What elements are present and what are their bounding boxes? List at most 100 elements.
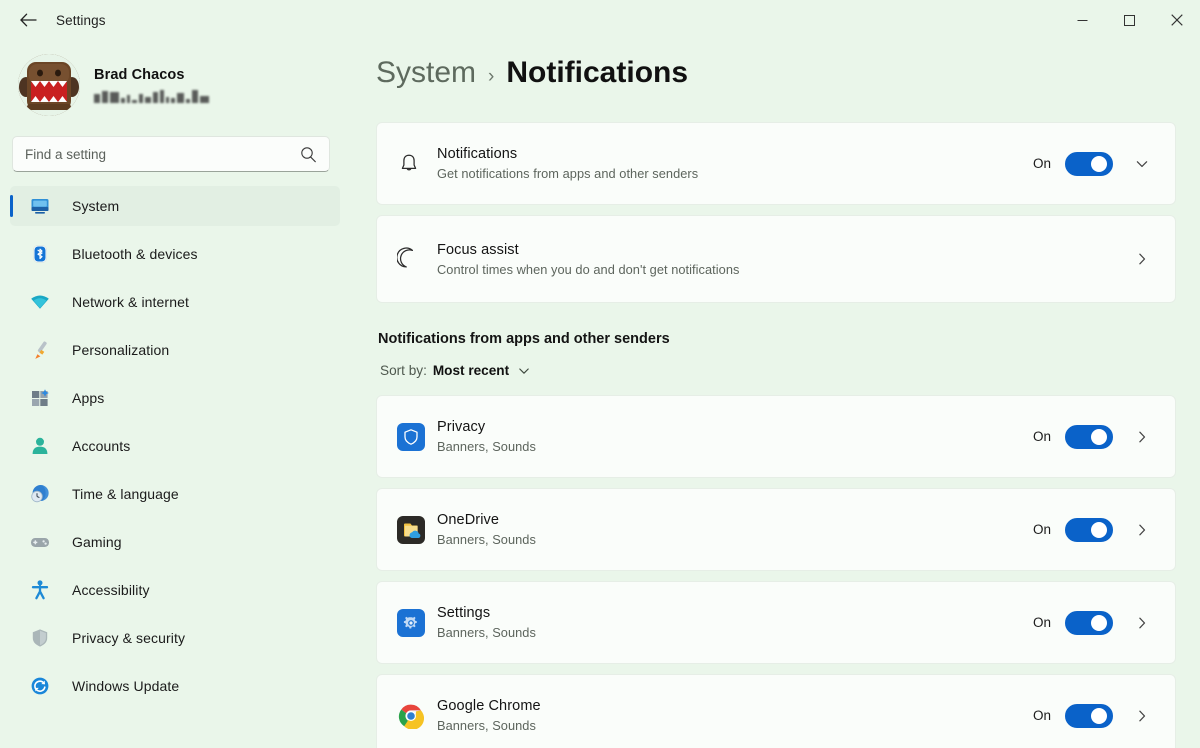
accessibility-icon (26, 579, 54, 601)
title-bar: Settings (0, 0, 1200, 40)
apps-grid-icon (26, 387, 54, 409)
page-title: Notifications (506, 56, 688, 90)
toggle-knob (1091, 156, 1107, 172)
chevron-right-icon[interactable] (1127, 244, 1157, 274)
notifications-master-card[interactable]: Notifications Get notifications from app… (376, 122, 1176, 205)
breadcrumb-separator: › (488, 66, 494, 88)
app-icon-wrapper (397, 516, 437, 544)
sidebar-item-label: Privacy & security (72, 630, 185, 646)
person-icon (26, 435, 54, 457)
app-detail: Banners, Sounds (437, 439, 1033, 454)
card-texts: OneDrive Banners, Sounds (437, 512, 1033, 547)
sidebar-item-network-internet[interactable]: Network & internet (10, 282, 340, 322)
card-texts: Privacy Banners, Sounds (437, 419, 1033, 454)
toggle-state-label: On (1033, 429, 1051, 444)
gamepad-icon (26, 531, 54, 553)
main-content: System › Notifications Notifications Get… (352, 40, 1200, 748)
toggle-state-label: On (1033, 156, 1051, 171)
card-texts: Focus assist Control times when you do a… (437, 242, 1127, 277)
chevron-down-icon[interactable] (1127, 149, 1157, 179)
search-icon (300, 146, 317, 163)
app-row-onedrive[interactable]: OneDrive Banners, Sounds On (376, 488, 1176, 571)
chevron-right-icon[interactable] (1127, 701, 1157, 731)
card-subtitle: Get notifications from apps and other se… (437, 166, 1033, 181)
focus-assist-card[interactable]: Focus assist Control times when you do a… (376, 215, 1176, 303)
app-row-privacy[interactable]: Privacy Banners, Sounds On (376, 395, 1176, 478)
search-wrapper (12, 136, 338, 172)
app-detail: Banners, Sounds (437, 718, 1033, 733)
search-box[interactable] (12, 136, 330, 172)
sidebar-item-bluetooth-devices[interactable]: Bluetooth & devices (10, 234, 340, 274)
card-subtitle: Control times when you do and don't get … (437, 262, 1127, 277)
sort-by-value: Most recent (433, 363, 509, 378)
app-detail: Banners, Sounds (437, 532, 1033, 547)
sidebar-item-label: Windows Update (72, 678, 179, 694)
chevron-right-icon[interactable] (1127, 422, 1157, 452)
app-icon-wrapper (397, 609, 437, 637)
card-right: On (1033, 701, 1157, 731)
sidebar-item-label: Time & language (72, 486, 179, 502)
app-toggle[interactable] (1065, 704, 1113, 728)
bell-icon (397, 152, 437, 176)
maximize-button[interactable] (1106, 0, 1153, 40)
app-icon-wrapper (397, 702, 437, 730)
breadcrumb-parent[interactable]: System (376, 56, 476, 90)
sort-by-control[interactable]: Sort by: Most recent (378, 360, 537, 381)
close-button[interactable] (1153, 0, 1200, 40)
sidebar-item-label: Apps (72, 390, 104, 406)
app-toggle[interactable] (1065, 425, 1113, 449)
account-block[interactable]: Brad Chacos (10, 40, 340, 124)
toggle-state-label: On (1033, 708, 1051, 723)
app-toggle[interactable] (1065, 518, 1113, 542)
wifi-icon (26, 291, 54, 313)
app-name: Google Chrome (437, 698, 1033, 714)
maximize-icon (1124, 15, 1135, 26)
sidebar-item-system[interactable]: System (10, 186, 340, 226)
card-title: Focus assist (437, 242, 1127, 258)
close-icon (1171, 14, 1183, 26)
chevron-right-icon[interactable] (1127, 608, 1157, 638)
sidebar-item-privacy-security[interactable]: Privacy & security (10, 618, 340, 658)
sidebar-item-label: Accounts (72, 438, 130, 454)
sidebar-item-label: Network & internet (72, 294, 189, 310)
card-texts: Notifications Get notifications from app… (437, 146, 1033, 181)
chevron-right-icon[interactable] (1127, 515, 1157, 545)
window-title: Settings (56, 13, 106, 28)
card-right: On (1033, 422, 1157, 452)
app-name: Privacy (437, 419, 1033, 435)
sidebar-item-label: Accessibility (72, 582, 150, 598)
minimize-icon (1077, 15, 1088, 26)
toggle-knob (1091, 429, 1107, 445)
sidebar-item-gaming[interactable]: Gaming (10, 522, 340, 562)
domo-plush-icon (18, 54, 80, 116)
app-name: Settings (437, 605, 1033, 621)
moon-icon (397, 247, 437, 271)
sidebar-item-accessibility[interactable]: Accessibility (10, 570, 340, 610)
minimize-button[interactable] (1059, 0, 1106, 40)
update-icon (26, 675, 54, 697)
sidebar-item-time-language[interactable]: Time & language (10, 474, 340, 514)
card-right (1127, 244, 1157, 274)
sidebar-item-personalization[interactable]: Personalization (10, 330, 340, 370)
app-row-google-chrome[interactable]: Google Chrome Banners, Sounds On (376, 674, 1176, 748)
toggle-knob (1091, 615, 1107, 631)
settings-app-icon (397, 609, 425, 637)
sidebar-item-accounts[interactable]: Accounts (10, 426, 340, 466)
account-name: Brad Chacos (94, 67, 244, 83)
app-row-settings[interactable]: Settings Banners, Sounds On (376, 581, 1176, 664)
notifications-toggle[interactable] (1065, 152, 1113, 176)
sidebar-item-label: Personalization (72, 342, 169, 358)
bluetooth-icon (26, 243, 54, 265)
settings-window: Settings (0, 0, 1200, 748)
card-right: On (1033, 149, 1157, 179)
card-texts: Google Chrome Banners, Sounds (437, 698, 1033, 733)
card-texts: Settings Banners, Sounds (437, 605, 1033, 640)
search-input[interactable] (25, 147, 300, 162)
sidebar: Brad Chacos (0, 40, 352, 748)
back-button[interactable] (8, 5, 48, 35)
chrome-app-icon (397, 702, 425, 730)
sidebar-item-apps[interactable]: Apps (10, 378, 340, 418)
app-name: OneDrive (437, 512, 1033, 528)
app-toggle[interactable] (1065, 611, 1113, 635)
sidebar-item-windows-update[interactable]: Windows Update (10, 666, 340, 706)
